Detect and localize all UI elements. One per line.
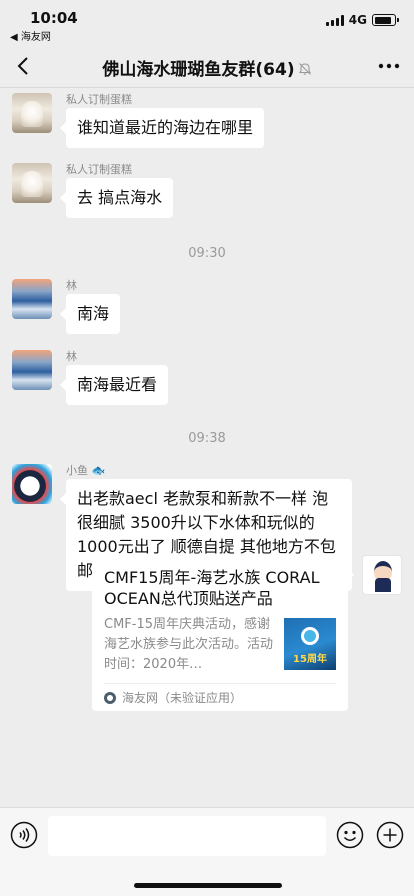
avatar[interactable] xyxy=(12,350,52,390)
chat-title: 佛山海水珊瑚鱼友群(64) xyxy=(0,55,414,80)
message: 林 南海最近看 xyxy=(12,350,169,405)
battery-level xyxy=(374,16,391,24)
link-card[interactable]: CMF15周年-海艺水族 CORAL OCEAN总代顶贴送产品 CMF-15周年… xyxy=(92,555,354,711)
message-bubble[interactable]: 南海最近看 xyxy=(59,365,169,405)
emoji-icon[interactable] xyxy=(336,821,364,849)
more-icon[interactable] xyxy=(378,56,400,76)
source-app-icon xyxy=(104,691,116,704)
mute-icon xyxy=(298,63,311,75)
card-thumbnail: 15周年 xyxy=(284,618,336,670)
avatar[interactable] xyxy=(12,279,52,319)
message: 林 南海 xyxy=(12,279,121,334)
status-indicators: 4G xyxy=(325,13,399,27)
avatar[interactable] xyxy=(362,555,402,595)
voice-icon[interactable] xyxy=(10,821,38,849)
status-time: 10:04 xyxy=(30,9,78,27)
input-bar xyxy=(0,807,414,896)
network-type: 4G xyxy=(348,13,367,27)
sender-name: 私人订制蛋糕 xyxy=(66,93,132,106)
plus-icon[interactable] xyxy=(376,821,404,849)
status-bar: 10:04 ◀ 海友网 4G xyxy=(0,0,414,44)
sender-name: 小鱼 🐟 xyxy=(66,464,106,477)
message-input[interactable] xyxy=(48,816,326,856)
home-indicator[interactable] xyxy=(134,883,282,888)
battery-icon xyxy=(372,14,399,26)
avatar[interactable] xyxy=(12,163,52,203)
avatar[interactable] xyxy=(12,464,52,504)
message: CMF15周年-海艺水族 CORAL OCEAN总代顶贴送产品 CMF-15周年… xyxy=(92,555,402,711)
chat-title-text: 佛山海水珊瑚鱼友群(64) xyxy=(102,60,295,80)
message: 私人订制蛋糕 去 搞点海水 xyxy=(12,163,174,218)
sender-name: 私人订制蛋糕 xyxy=(66,163,132,176)
sender-name: 林 xyxy=(66,279,77,292)
message-bubble[interactable]: 去 搞点海水 xyxy=(59,178,174,218)
avatar[interactable] xyxy=(12,93,52,133)
timestamp: 09:38 xyxy=(188,431,226,446)
nav-bar: 佛山海水珊瑚鱼友群(64) xyxy=(0,44,414,88)
message: 私人订制蛋糕 谁知道最近的海边在哪里 xyxy=(12,93,265,148)
card-title: CMF15周年-海艺水族 CORAL OCEAN总代顶贴送产品 xyxy=(104,568,320,608)
thumbnail-logo-icon xyxy=(301,627,319,645)
sender-name: 林 xyxy=(66,350,77,363)
message-bubble[interactable]: 南海 xyxy=(59,294,121,334)
thumbnail-label: 15周年 xyxy=(293,654,327,665)
signal-icon xyxy=(325,14,344,26)
card-source: 海友网（未验证应用） xyxy=(122,691,243,705)
timestamp: 09:30 xyxy=(188,246,226,261)
message-bubble[interactable]: 谁知道最近的海边在哪里 xyxy=(59,108,265,148)
back-to-app-link[interactable]: ◀ 海友网 xyxy=(10,28,51,43)
card-description: CMF-15周年庆典活动，感谢海艺水族参与此次活动。活动时间：2020年… xyxy=(104,617,274,672)
